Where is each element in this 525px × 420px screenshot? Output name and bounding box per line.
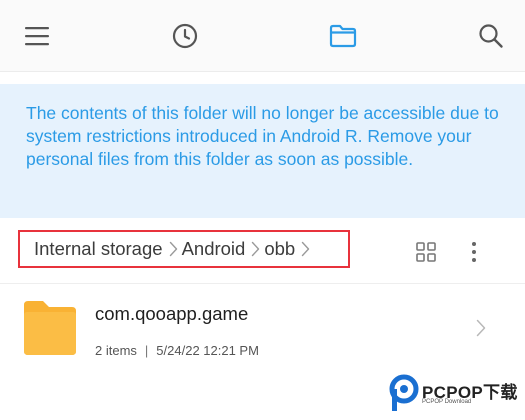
search-button[interactable]	[469, 14, 513, 58]
chevron-right-icon	[251, 241, 260, 257]
modified-date: 5/24/22 12:21 PM	[156, 343, 259, 358]
breadcrumb-internal-storage[interactable]: Internal storage	[34, 238, 163, 260]
clock-icon	[172, 23, 198, 49]
chevron-right-icon	[301, 241, 310, 257]
files-tab-button[interactable]	[321, 14, 365, 58]
chevron-right-icon	[476, 319, 486, 337]
restriction-notice: The contents of this folder will no long…	[0, 84, 525, 218]
grid-view-button[interactable]	[414, 240, 438, 264]
pcpop-logo-icon	[389, 374, 419, 411]
file-manager-app: The contents of this folder will no long…	[0, 0, 525, 420]
grid-icon	[416, 242, 436, 262]
list-item[interactable]: com.qooapp.game 2 items | 5/24/22 12:21 …	[0, 285, 525, 375]
chevron-right-icon	[169, 241, 178, 257]
folder-icon	[24, 301, 76, 355]
more-options-button[interactable]	[462, 238, 486, 266]
more-vertical-icon	[472, 242, 476, 262]
top-toolbar	[0, 0, 525, 72]
breadcrumb-android[interactable]: Android	[182, 238, 246, 260]
breadcrumb-obb[interactable]: obb	[264, 238, 295, 260]
meta-separator: |	[144, 343, 149, 358]
notice-text: The contents of this folder will no long…	[26, 103, 499, 169]
watermark: PCPOP下载 PCPOP Download	[388, 372, 520, 416]
item-count: 2 items	[95, 343, 137, 358]
menu-button[interactable]	[15, 14, 59, 58]
file-name: com.qooapp.game	[95, 303, 249, 324]
file-meta: 2 items | 5/24/22 12:21 PM	[95, 343, 259, 358]
hamburger-icon	[25, 27, 49, 46]
watermark-subtitle: PCPOP Download	[422, 399, 472, 405]
recent-button[interactable]	[163, 14, 207, 58]
folder-icon	[329, 24, 357, 48]
breadcrumb-bar: Internal storage Android obb	[0, 218, 525, 284]
search-icon	[479, 24, 503, 48]
breadcrumb: Internal storage Android obb	[18, 230, 350, 268]
